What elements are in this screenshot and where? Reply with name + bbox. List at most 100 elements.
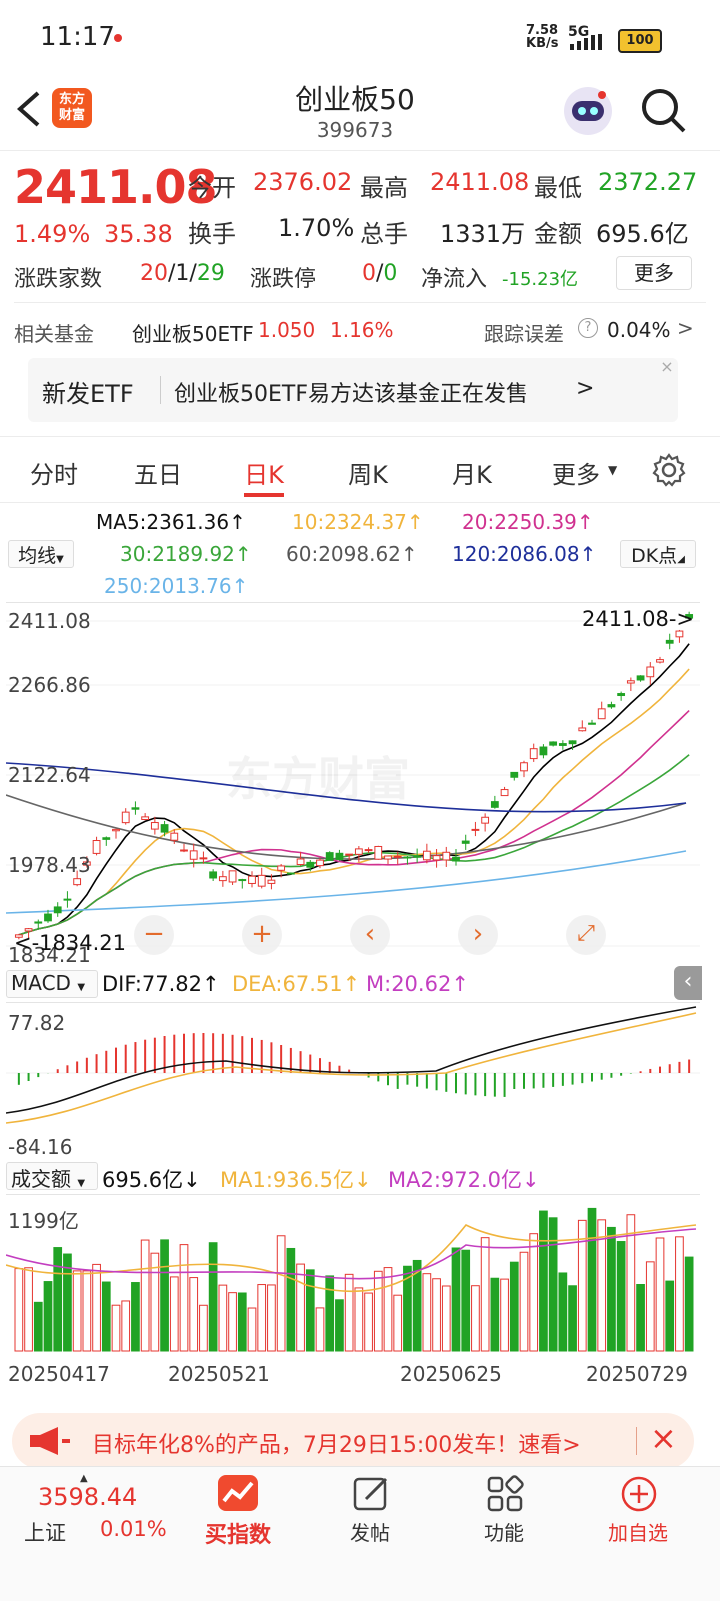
- dea-line: [6, 1012, 697, 1124]
- volume-bar: [655, 1237, 665, 1352]
- scroll-right-button[interactable]: ›: [458, 915, 498, 955]
- volume-bar: [645, 1261, 655, 1352]
- candle: [656, 659, 664, 663]
- dk-point-button[interactable]: DK点◢: [620, 540, 696, 568]
- divider: [0, 150, 720, 151]
- tab-weekly-k[interactable]: 周K: [328, 455, 408, 490]
- candle: [121, 811, 130, 824]
- more-button[interactable]: 更多: [616, 256, 692, 290]
- candle: [189, 850, 198, 860]
- tab-more[interactable]: 更多: [546, 455, 606, 490]
- volume-bar: [228, 1292, 237, 1352]
- nav-functions[interactable]: 功能: [464, 1467, 544, 1577]
- caret-down-icon: ▼: [77, 982, 86, 993]
- candle: [102, 837, 111, 840]
- chevron-right-icon[interactable]: >: [677, 316, 694, 340]
- back-icon[interactable]: [14, 89, 42, 129]
- candle: [131, 807, 140, 810]
- volume-bar: [500, 1278, 509, 1352]
- corner-icon: ◢: [677, 554, 685, 565]
- nav-post[interactable]: 发帖: [330, 1467, 410, 1577]
- candle: [665, 639, 674, 644]
- volume-bar: [160, 1239, 169, 1352]
- candle: [422, 850, 431, 861]
- caret-down-icon: ▼: [56, 554, 64, 565]
- macd-chart[interactable]: 77.82 -84.16: [6, 1002, 700, 1159]
- candle: [510, 771, 519, 778]
- volume-top-label: 1199亿: [8, 1209, 79, 1233]
- limit-label: 涨跌停: [250, 267, 317, 292]
- change-percent: 1.49%: [14, 220, 91, 248]
- y-axis-label: 2266.86: [8, 673, 91, 697]
- index-name[interactable]: 上证: [24, 1517, 66, 1547]
- tab-five-day[interactable]: 五日: [118, 455, 198, 490]
- macd-selector[interactable]: MACD ▼: [6, 970, 98, 998]
- change-value: 35.38: [104, 220, 173, 248]
- volume-chart[interactable]: 1199亿: [6, 1194, 700, 1353]
- kline-chart[interactable]: 东方财富 2411.08 2266.86 2122.64 1978.43 183…: [6, 602, 700, 967]
- candle: [44, 913, 52, 922]
- promo-banner[interactable]: 目标年化8%的产品，7月29日15:00发车！速看> ×: [12, 1413, 694, 1469]
- candle: [364, 849, 373, 852]
- candle: [578, 727, 587, 732]
- period-tabs: 分时 五日 日K 周K 月K 更多 ▼: [0, 437, 720, 502]
- candle: [218, 876, 227, 882]
- robot-assistant-icon[interactable]: [560, 83, 616, 139]
- volume-bar: [53, 1247, 63, 1352]
- nav-buy-index[interactable]: 买指数: [196, 1467, 280, 1577]
- signal-icon: [570, 34, 602, 50]
- volume-canvas: [6, 1207, 697, 1352]
- tab-daily-k[interactable]: 日K: [224, 455, 304, 490]
- caret-down-icon: ▼: [608, 463, 618, 477]
- nav-add-watchlist-label: 加自选: [608, 1521, 668, 1545]
- volume-bar: [247, 1307, 257, 1352]
- breadth-values: 20/1/29: [140, 261, 225, 286]
- etf-banner[interactable]: 新发ETF 创业板50ETF易方达该基金正在发售 >: [28, 358, 678, 422]
- ma-selector-label: 均线: [18, 545, 57, 567]
- collapse-panel-button[interactable]: ‹: [674, 966, 702, 1000]
- add-circle-icon: [621, 1476, 657, 1512]
- volume-bar: [364, 1292, 373, 1352]
- ma-selector[interactable]: 均线▼: [8, 540, 74, 568]
- volume-bar: [548, 1217, 558, 1352]
- tab-monthly-k[interactable]: 月K: [432, 455, 512, 490]
- volume-bar: [33, 1301, 43, 1352]
- scroll-left-button[interactable]: ‹: [350, 915, 390, 955]
- nav-add-watchlist[interactable]: 加自选: [598, 1467, 678, 1577]
- volume-bar: [14, 1268, 24, 1352]
- candle: [112, 828, 120, 832]
- volume-bar: [111, 1304, 121, 1352]
- zoom-in-button[interactable]: +: [242, 915, 282, 955]
- volume-bar: [529, 1233, 539, 1352]
- date-label: 20250417: [8, 1362, 110, 1386]
- volume-bar: [82, 1270, 92, 1352]
- app-logo: 东方 财富: [52, 88, 92, 128]
- help-icon[interactable]: ?: [578, 318, 598, 338]
- divider: [636, 1427, 637, 1455]
- fund-name[interactable]: 创业板50ETF: [132, 318, 254, 347]
- close-icon[interactable]: ×: [658, 358, 676, 376]
- volume-bar: [616, 1241, 626, 1352]
- zoom-out-button[interactable]: −: [134, 915, 174, 955]
- candle: [160, 824, 169, 833]
- bottom-nav: ▲ 3598.44 上证 0.01% 买指数 发帖 功能 加自选: [0, 1466, 720, 1601]
- ma120-value: 120:2086.08↑: [452, 542, 597, 566]
- breadth-up: 20: [140, 261, 168, 286]
- index-value[interactable]: 3598.44: [38, 1483, 137, 1511]
- battery-icon: 100: [618, 29, 662, 53]
- ma20-value: 20:2250.39↑: [462, 510, 594, 534]
- volume-bar: [208, 1242, 218, 1352]
- volume-bar: [199, 1304, 208, 1352]
- close-icon[interactable]: ×: [650, 1419, 677, 1457]
- date-label: 20250625: [400, 1362, 502, 1386]
- tab-intraday[interactable]: 分时: [14, 455, 94, 490]
- volume-bar: [383, 1267, 393, 1352]
- volume-selector[interactable]: 成交额 ▼: [6, 1162, 98, 1191]
- candle: [607, 704, 616, 708]
- edit-icon: [353, 1477, 388, 1511]
- gear-icon[interactable]: [652, 453, 686, 487]
- search-icon[interactable]: [640, 87, 688, 135]
- divider: [14, 302, 706, 303]
- fullscreen-button[interactable]: ⤢: [566, 915, 606, 955]
- candle: [257, 874, 266, 887]
